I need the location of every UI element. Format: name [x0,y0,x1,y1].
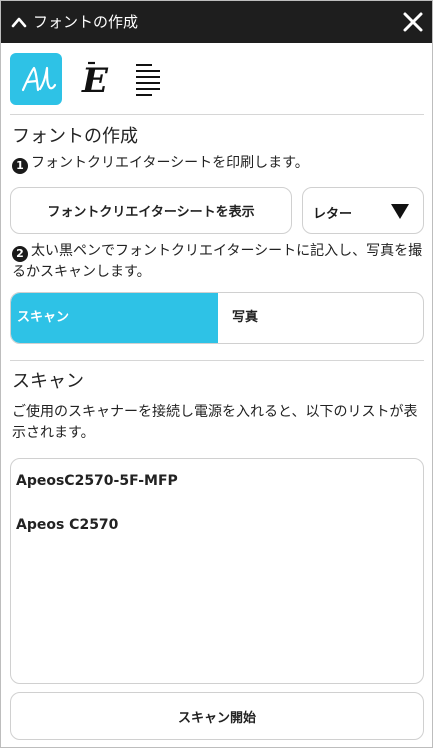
scanner-list: ApeosC2570-5F-MFP Apeos C2570 [10,458,424,684]
text-align-tool[interactable] [126,53,178,105]
step-1: 1 フォントクリエイターシートを印刷します。 [12,153,424,174]
handwriting-icon [21,66,57,92]
input-mode-toggle: スキャン 写真 [10,292,424,344]
step-number: 1 [12,158,28,174]
step-number: 2 [12,246,28,262]
handwriting-font-tool[interactable] [10,53,62,105]
create-heading: フォントの作成 [12,126,138,147]
paper-size-select[interactable]: レター [302,187,424,234]
scan-heading: スキャン [12,371,84,392]
close-icon[interactable] [402,11,424,33]
mode-photo-option[interactable]: 写真 [224,293,419,343]
step-1-text: フォントクリエイターシートを印刷します。 [31,155,309,171]
align-left-icon [136,64,160,96]
scan-description: ご使用のスキャナーを接続し電源を入れると、以下のリストが表示されます。 [12,404,418,441]
divider [10,114,424,115]
paper-size-value: レター [313,207,353,222]
start-scan-button[interactable]: スキャン開始 [10,692,424,740]
chevron-up-icon[interactable] [11,15,27,29]
mode-scan-option[interactable]: スキャン [11,293,218,343]
font-creator-panel: フォントの作成 E フォントの作成 1 フォントクリエイターシートを印刷します。… [0,0,433,748]
caret-down-icon [391,204,409,219]
scanner-list-item[interactable]: ApeosC2570-5F-MFP [16,473,178,489]
svg-text:E: E [81,61,109,101]
title-bar: フォントの作成 [1,1,432,43]
divider [10,360,424,361]
step-2-text: 太い黒ペンでフォントクリエイターシートに記入し、写真を撮るかスキャンします。 [12,243,423,280]
font-style-tool[interactable]: E [68,53,120,105]
show-sheet-button[interactable]: フォントクリエイターシートを表示 [10,187,292,234]
scanner-list-item[interactable]: Apeos C2570 [16,517,118,533]
step-2: 2 太い黒ペンでフォントクリエイターシートに記入し、写真を撮るかスキャンします。 [12,241,424,283]
font-style-icon: E [81,61,109,101]
window-title: フォントの作成 [33,13,139,31]
